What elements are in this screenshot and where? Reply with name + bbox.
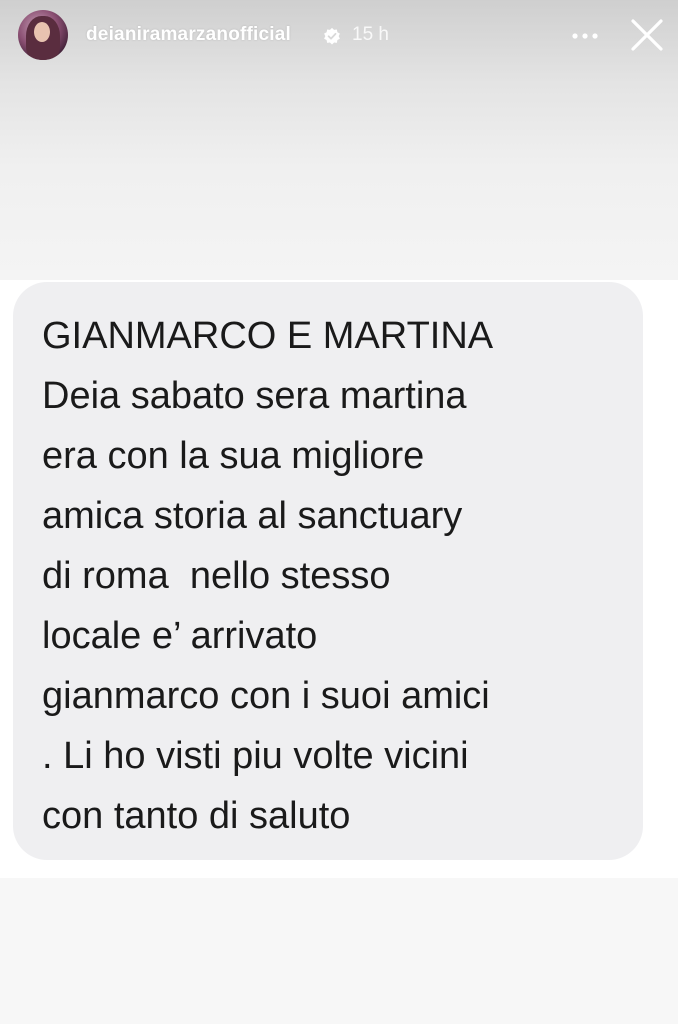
verified-badge-icon	[324, 27, 340, 45]
avatar[interactable]	[18, 10, 68, 60]
username[interactable]: deianiramarzanofficial	[86, 24, 291, 46]
story-bottom-band	[0, 878, 678, 1024]
message-text: GIANMARCO E MARTINA Deia sabato sera mar…	[42, 315, 494, 837]
post-time: 15 h	[352, 24, 389, 45]
more-options-icon[interactable]	[571, 26, 599, 46]
story-header: deianiramarzanofficial 15 h	[0, 0, 678, 72]
close-icon[interactable]	[630, 18, 664, 52]
story-view[interactable]: deianiramarzanofficial 15 h GIANMARCO E …	[0, 0, 678, 1024]
